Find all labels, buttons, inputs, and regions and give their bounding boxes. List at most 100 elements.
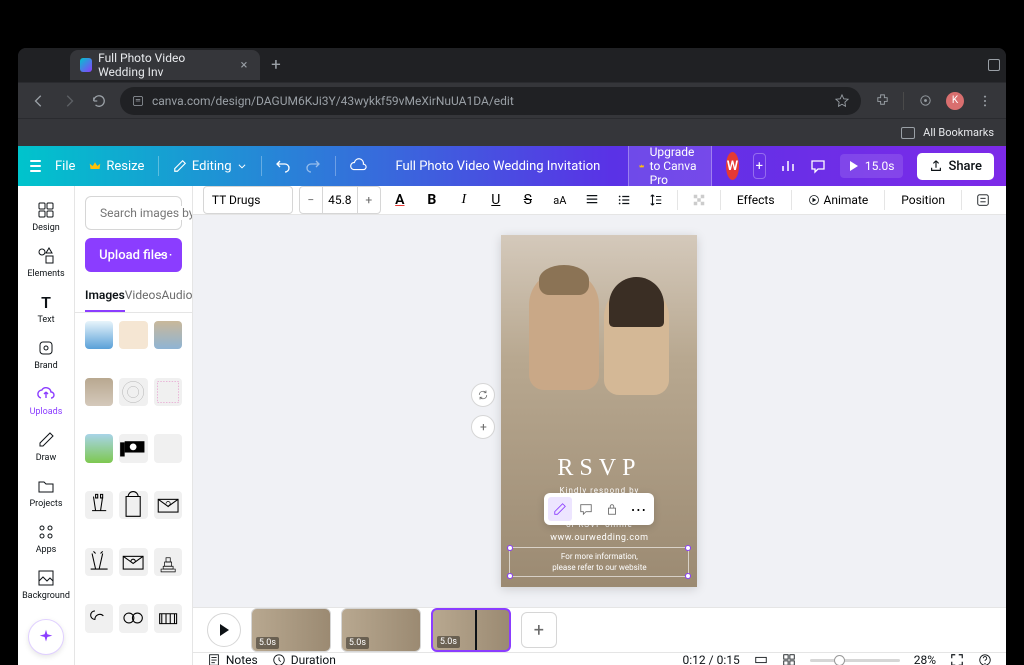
edit-icon[interactable] [548, 497, 572, 521]
menu-icon[interactable] [976, 92, 994, 110]
upload-thumb[interactable] [119, 321, 147, 349]
upload-thumb[interactable] [154, 434, 182, 462]
animate-button[interactable]: Animate [800, 188, 877, 212]
timeline-clip-selected[interactable]: 5.0s [431, 608, 511, 652]
add-collaborator-button[interactable]: + [753, 153, 766, 179]
timeline-view-button[interactable] [754, 653, 768, 665]
duration-button[interactable]: Duration [272, 653, 336, 665]
transparency-button[interactable] [686, 187, 712, 213]
strikethrough-button[interactable]: S [515, 187, 541, 213]
upload-thumb[interactable] [119, 491, 147, 519]
play-button[interactable] [207, 613, 241, 647]
comment-element-icon[interactable] [574, 497, 598, 521]
upload-thumb[interactable] [85, 321, 113, 349]
upload-thumb[interactable] [85, 604, 113, 632]
upload-thumb[interactable] [119, 548, 147, 576]
website-text[interactable]: www.ourwedding.com [509, 533, 689, 543]
reload-icon[interactable] [90, 92, 108, 110]
url-input[interactable]: canva.com/design/DAGUM6KJi3Y/43wykkf59vM… [120, 87, 861, 115]
bold-button[interactable]: B [419, 187, 445, 213]
window-control[interactable] [988, 59, 1000, 71]
upload-more-icon[interactable]: ⋯ [159, 247, 174, 263]
fullscreen-button[interactable] [950, 653, 964, 665]
undo-button[interactable] [275, 151, 291, 181]
rail-brand[interactable]: Brand [18, 332, 74, 376]
canvas-viewport[interactable]: + RSVP Kindly respond by July 10 [193, 215, 1006, 607]
rail-elements[interactable]: Elements [18, 240, 74, 284]
rail-text[interactable]: TText [18, 286, 74, 330]
grid-view-button[interactable] [782, 653, 796, 665]
present-button[interactable]: 15.0s [840, 154, 904, 178]
upload-thumb[interactable] [85, 548, 113, 576]
extensions-icon[interactable] [873, 92, 891, 110]
new-tab-button[interactable]: + [264, 53, 288, 77]
rail-uploads[interactable]: Uploads [18, 378, 74, 422]
align-button[interactable] [579, 187, 605, 213]
back-icon[interactable] [30, 92, 48, 110]
comment-icon[interactable] [810, 151, 826, 181]
upload-thumb[interactable] [154, 491, 182, 519]
effects-button[interactable]: Effects [729, 188, 783, 212]
rail-background[interactable]: Background [18, 562, 74, 606]
upload-thumb[interactable] [85, 434, 113, 462]
underline-button[interactable]: U [483, 187, 509, 213]
italic-button[interactable]: I [451, 187, 477, 213]
close-icon[interactable]: × [238, 58, 250, 72]
lock-icon[interactable] [600, 497, 624, 521]
upload-thumb[interactable] [119, 604, 147, 632]
upload-thumb[interactable] [85, 491, 113, 519]
sync-page-button[interactable] [471, 383, 495, 407]
share-button[interactable]: Share [917, 153, 994, 180]
rail-draw[interactable]: Draw [18, 424, 74, 468]
font-size-value[interactable]: 45.8 [322, 187, 358, 213]
redo-button[interactable] [305, 151, 321, 181]
tab-videos[interactable]: Videos [125, 280, 162, 312]
upload-thumb[interactable] [119, 378, 147, 406]
search-input[interactable] [85, 196, 182, 230]
rsvp-heading[interactable]: RSVP [509, 455, 689, 482]
upload-files-button[interactable]: Upload files ⋯ [85, 238, 182, 272]
cloud-sync-icon[interactable] [349, 151, 367, 181]
increase-size-button[interactable]: + [358, 193, 380, 207]
zoom-thumb[interactable] [834, 655, 845, 665]
more-element-icon[interactable]: ⋯ [626, 497, 650, 521]
selection-handle[interactable] [685, 573, 691, 579]
upload-thumb[interactable] [154, 321, 182, 349]
font-dropdown[interactable]: TT Drugs [203, 186, 293, 214]
letter-case-button[interactable]: aA [547, 187, 573, 213]
tab-images[interactable]: Images [85, 280, 125, 312]
add-clip-button[interactable]: + [521, 612, 557, 648]
browser-tab[interactable]: Full Photo Video Wedding Inv × [70, 50, 260, 80]
decrease-size-button[interactable]: − [300, 193, 322, 207]
list-button[interactable] [611, 187, 637, 213]
canvas-page[interactable]: RSVP Kindly respond by July 10th or RSVP… [501, 235, 697, 587]
menu-button[interactable] [30, 154, 41, 178]
star-icon[interactable] [835, 94, 849, 108]
upload-thumb[interactable] [154, 548, 182, 576]
tab-audio[interactable]: Audio [162, 280, 193, 312]
add-page-button[interactable]: + [471, 415, 495, 439]
bookmarks-label[interactable]: All Bookmarks [923, 126, 994, 139]
search-field[interactable] [100, 206, 193, 220]
selection-handle[interactable] [685, 545, 691, 551]
help-button[interactable] [978, 653, 992, 665]
selection-handle[interactable] [507, 573, 513, 579]
notes-button[interactable]: Notes [207, 653, 258, 665]
analytics-icon[interactable] [780, 151, 796, 181]
rail-design[interactable]: Design [18, 194, 74, 238]
upload-thumb[interactable] [154, 604, 182, 632]
forward-icon[interactable] [60, 92, 78, 110]
upload-thumb[interactable] [154, 378, 182, 406]
upload-thumb[interactable] [119, 434, 147, 462]
spacing-button[interactable] [643, 187, 669, 213]
playhead[interactable] [475, 608, 477, 652]
rail-projects[interactable]: Projects [18, 470, 74, 514]
timeline-clip[interactable]: 5.0s [251, 608, 331, 652]
browser-settings-icon[interactable] [916, 92, 934, 110]
resize-button[interactable]: Resize [89, 159, 144, 174]
document-title[interactable]: Full Photo Video Wedding Invitation [395, 159, 600, 174]
more-toolbar-icon[interactable] [970, 187, 996, 213]
profile-avatar[interactable]: K [946, 92, 964, 110]
zoom-slider[interactable] [810, 659, 900, 662]
upload-thumb[interactable] [85, 378, 113, 406]
